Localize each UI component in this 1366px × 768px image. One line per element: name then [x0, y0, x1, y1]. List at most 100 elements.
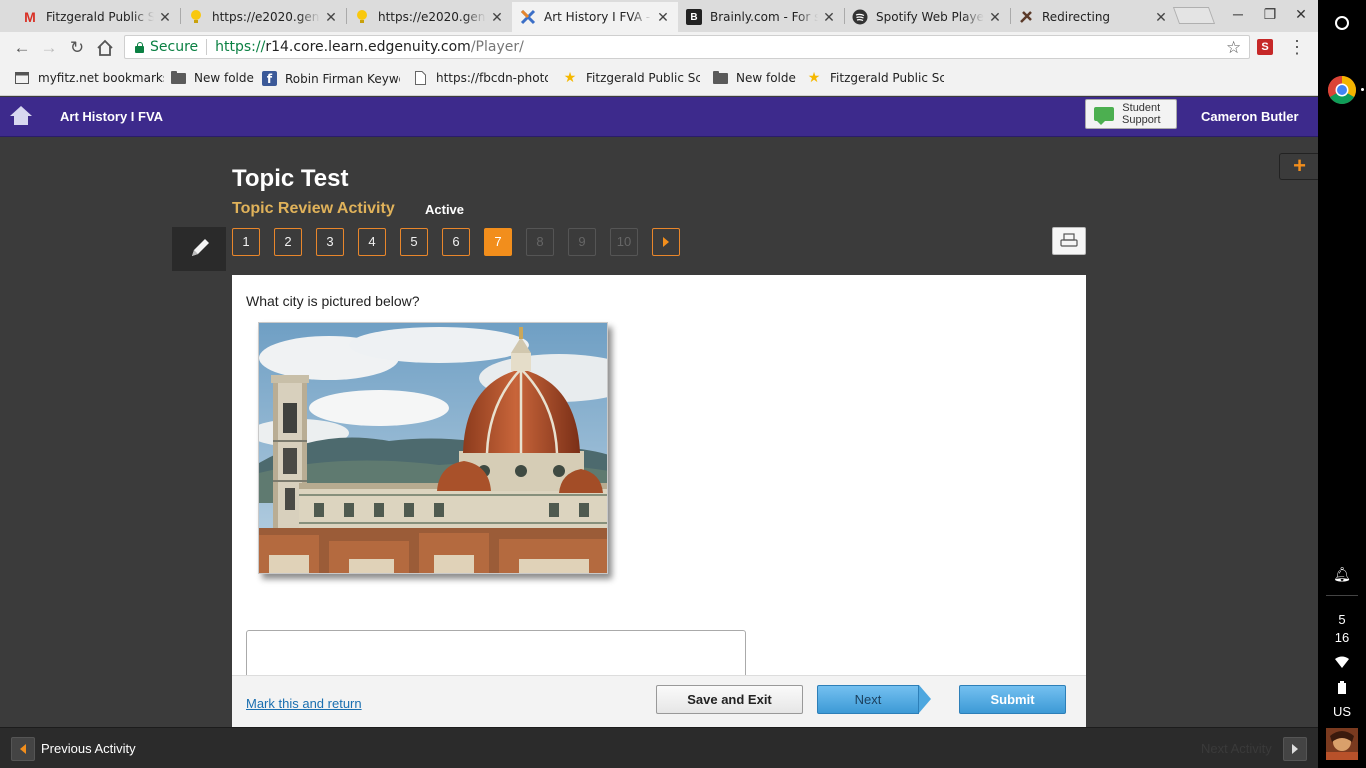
close-tab-icon[interactable]: ✕ [324, 9, 338, 26]
address-bar[interactable]: Secure https://r14.core.learn.edgenuity.… [124, 35, 1250, 59]
pencil-tool-button[interactable] [172, 227, 226, 271]
redirect-icon [1018, 9, 1034, 25]
save-and-exit-button[interactable]: Save and Exit [656, 685, 803, 714]
page-icon [412, 71, 428, 85]
clock-minute[interactable]: 16 [1318, 630, 1366, 645]
bookmark-item[interactable]: ★ Fitzgerald Public Sch [562, 71, 700, 85]
chevron-right-icon [1292, 744, 1298, 754]
wifi-icon[interactable] [1318, 656, 1366, 671]
bookmark-item[interactable]: myfitz.net bookmarks [14, 71, 164, 85]
bookmark-star-icon[interactable]: ☆ [1226, 38, 1241, 58]
question-image [258, 322, 608, 574]
gmail-icon: M [24, 9, 36, 25]
chrome-menu-icon[interactable]: ⋮ [1288, 37, 1306, 58]
new-tab-button[interactable] [1172, 7, 1216, 24]
question-nav-4[interactable]: 4 [358, 228, 386, 256]
course-title: Art History I FVA [60, 109, 164, 124]
next-question-arrow-icon[interactable] [652, 228, 680, 256]
question-nav-2[interactable]: 2 [274, 228, 302, 256]
lightbulb-icon [188, 9, 204, 25]
folder-icon [712, 71, 728, 85]
print-icon [1060, 233, 1078, 247]
home-button-icon[interactable] [95, 38, 115, 58]
chrome-app-icon[interactable] [1327, 75, 1357, 105]
question-nav-1[interactable]: 1 [232, 228, 260, 256]
bookmark-item[interactable]: https://fbcdn-photos [412, 71, 548, 85]
tab-brainly[interactable]: B Brainly.com - For stu ✕ [678, 2, 844, 32]
facebook-icon: f [262, 71, 277, 86]
tab-e2020-1[interactable]: https://e2020.geniu ✕ [180, 2, 346, 32]
bookmark-item[interactable]: New folder [170, 71, 254, 85]
tab-art-history[interactable]: Art History I FVA - E ✕ [512, 2, 678, 32]
star-icon: ★ [807, 71, 821, 85]
student-support-button[interactable]: Student Support [1085, 99, 1177, 129]
minimize-icon[interactable]: ─ [1228, 6, 1248, 22]
tab-redirecting[interactable]: Redirecting ✕ [1010, 2, 1176, 32]
chevron-left-icon [20, 744, 26, 754]
close-tab-icon[interactable]: ✕ [1154, 9, 1168, 26]
forward-icon[interactable]: → [39, 38, 59, 58]
question-nav-10: 10 [610, 228, 638, 256]
bookmark-item[interactable]: ★ Fitzgerald Public Sch [806, 71, 944, 85]
submit-button[interactable]: Submit [959, 685, 1066, 714]
question-card: What city is pictured below? [232, 275, 1086, 680]
maximize-icon[interactable]: ❐ [1260, 6, 1280, 23]
activity-subtitle: Topic Review Activity [232, 200, 395, 217]
next-activity-label: Next Activity [1201, 741, 1272, 756]
battery-icon[interactable] [1318, 681, 1366, 697]
back-icon[interactable]: ← [12, 38, 32, 58]
close-tab-icon[interactable]: ✕ [656, 9, 670, 26]
bookmarks-bar: myfitz.net bookmarks New folder f Robin … [0, 64, 1318, 96]
user-name[interactable]: Cameron Butler [1201, 109, 1299, 124]
question-prompt: What city is pictured below? [246, 293, 420, 309]
tab-e2020-2[interactable]: https://e2020.geniu ✕ [346, 2, 512, 32]
activity-nav-bar: Previous Activity Next Activity [0, 727, 1318, 768]
close-tab-icon[interactable]: ✕ [490, 9, 504, 26]
pencil-icon [192, 239, 209, 256]
previous-activity-label[interactable]: Previous Activity [41, 741, 136, 756]
question-nav-3[interactable]: 3 [316, 228, 344, 256]
chat-icon [1094, 107, 1114, 125]
question-nav-6[interactable]: 6 [442, 228, 470, 256]
lock-icon [135, 41, 144, 53]
question-nav-9: 9 [568, 228, 596, 256]
expand-plus-icon[interactable]: + [1279, 153, 1319, 180]
clock-hour[interactable]: 5 [1318, 612, 1366, 627]
mark-and-return-link[interactable]: Mark this and return [246, 696, 362, 711]
previous-activity-button[interactable] [11, 737, 35, 761]
print-button[interactable] [1052, 227, 1086, 255]
activity-title: Topic Test [232, 165, 349, 192]
os-shelf: 🔔︎ 5 16 US [1318, 0, 1366, 768]
question-nav-8: 8 [526, 228, 554, 256]
star-icon: ★ [563, 71, 577, 85]
bookmark-item[interactable]: New folder [712, 71, 796, 85]
spotify-icon [852, 9, 868, 25]
tab-gmail[interactable]: M Fitzgerald Public Sc ✕ [14, 2, 180, 32]
answer-input[interactable] [246, 630, 746, 680]
brainly-icon: B [686, 9, 702, 25]
launcher-icon[interactable] [1335, 16, 1349, 30]
next-activity-button [1283, 737, 1307, 761]
course-header: Art History I FVA Student Support Camero… [0, 97, 1318, 137]
close-tab-icon[interactable]: ✕ [822, 9, 836, 26]
home-icon[interactable] [10, 106, 32, 126]
question-nav-5[interactable]: 5 [400, 228, 428, 256]
close-window-icon[interactable]: ✕ [1291, 6, 1311, 23]
tab-spotify[interactable]: Spotify Web Player ✕ [844, 2, 1010, 32]
close-tab-icon[interactable]: ✕ [158, 9, 172, 26]
folder-icon [170, 71, 186, 85]
edgenuity-player: Art History I FVA Student Support Camero… [0, 97, 1319, 768]
next-button-arrow[interactable] [919, 685, 931, 713]
reload-icon[interactable]: ↻ [67, 38, 87, 58]
user-avatar[interactable] [1326, 728, 1358, 760]
input-method-indicator[interactable]: US [1318, 704, 1366, 719]
bookmark-item[interactable]: f Robin Firman Keywo [262, 71, 400, 86]
activity-status: Active [425, 202, 465, 217]
close-tab-icon[interactable]: ✕ [988, 9, 1002, 26]
edgenuity-icon [520, 9, 536, 25]
notification-bell-icon[interactable]: 🔔︎ [1318, 566, 1366, 583]
question-nav-7[interactable]: 7 [484, 228, 512, 256]
lightbulb-icon [354, 9, 370, 25]
next-button[interactable]: Next [817, 685, 919, 714]
extension-icon[interactable]: S [1257, 39, 1273, 55]
